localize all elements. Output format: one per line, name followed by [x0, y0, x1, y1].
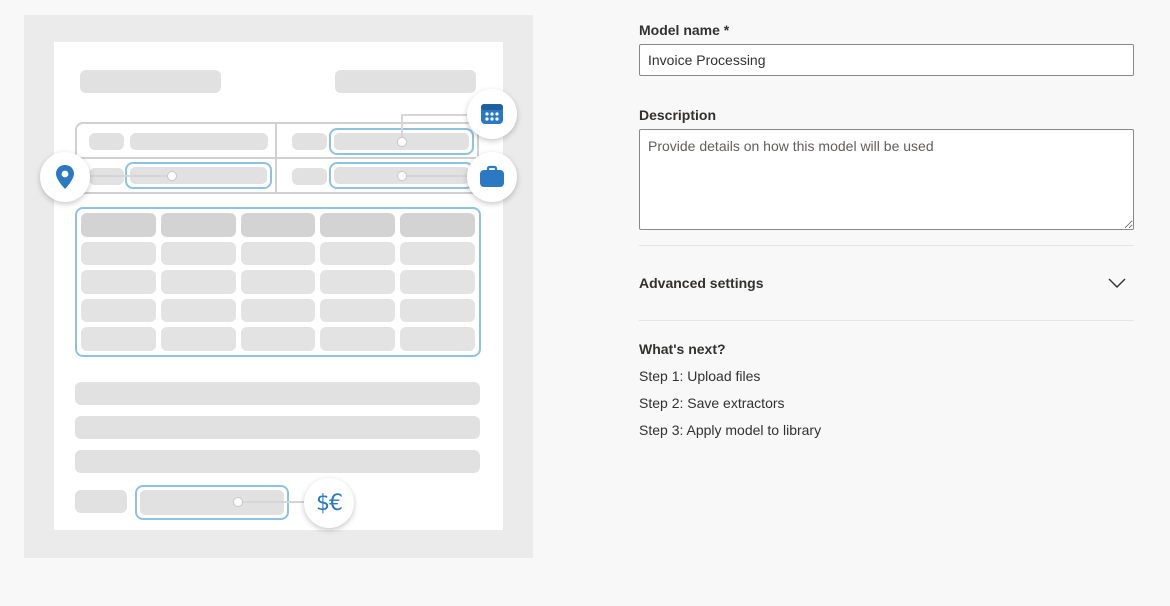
- placeholder-value: [130, 133, 268, 150]
- model-name-input[interactable]: [639, 44, 1134, 76]
- location-pin-icon: [56, 165, 74, 189]
- placeholder-line: [75, 382, 480, 405]
- placeholder-line: [75, 450, 480, 473]
- step-item: Step 3: Apply model to library: [639, 422, 822, 438]
- placeholder-line: [75, 416, 480, 439]
- highlight-table: [75, 207, 481, 357]
- step-item: Step 2: Save extractors: [639, 395, 785, 411]
- whats-next-title: What's next?: [639, 341, 726, 357]
- connector-amount: [237, 501, 307, 503]
- connector-dot: [233, 497, 243, 507]
- table-grid: [81, 213, 475, 351]
- document-page: [54, 42, 503, 530]
- placeholder-label: [292, 168, 327, 185]
- currency-badge: $€: [304, 478, 354, 528]
- connector-dot: [397, 137, 407, 147]
- document-illustration: $€: [24, 15, 533, 558]
- placeholder-label: [292, 133, 327, 150]
- frame-divider-h: [77, 157, 477, 159]
- frame-divider-v: [275, 124, 277, 192]
- placeholder-label: [89, 133, 124, 150]
- divider: [639, 320, 1134, 321]
- description-textarea[interactable]: [639, 129, 1134, 230]
- connector-location: [84, 175, 172, 177]
- connector-business: [401, 175, 469, 177]
- advanced-settings-toggle[interactable]: Advanced settings: [639, 246, 1134, 320]
- chevron-down-icon: [1108, 278, 1126, 288]
- briefcase-icon: [480, 165, 504, 187]
- description-label: Description: [639, 107, 717, 123]
- step-item: Step 1: Upload files: [639, 368, 761, 384]
- calendar-icon: [481, 104, 503, 124]
- model-form: Model name * Description Advanced settin…: [639, 22, 1134, 438]
- placeholder-title-right: [335, 70, 476, 93]
- business-badge: [467, 152, 517, 202]
- currency-icon: $€: [316, 490, 343, 516]
- model-name-label: Model name *: [639, 22, 730, 38]
- placeholder-title-left: [80, 70, 221, 93]
- location-badge: [40, 152, 90, 202]
- connector-dot: [167, 171, 177, 181]
- connector-dot: [397, 171, 407, 181]
- advanced-settings-label: Advanced settings: [639, 275, 764, 291]
- connector-date-h: [401, 114, 469, 116]
- placeholder-total-label: [75, 490, 127, 513]
- calendar-badge: [467, 89, 517, 139]
